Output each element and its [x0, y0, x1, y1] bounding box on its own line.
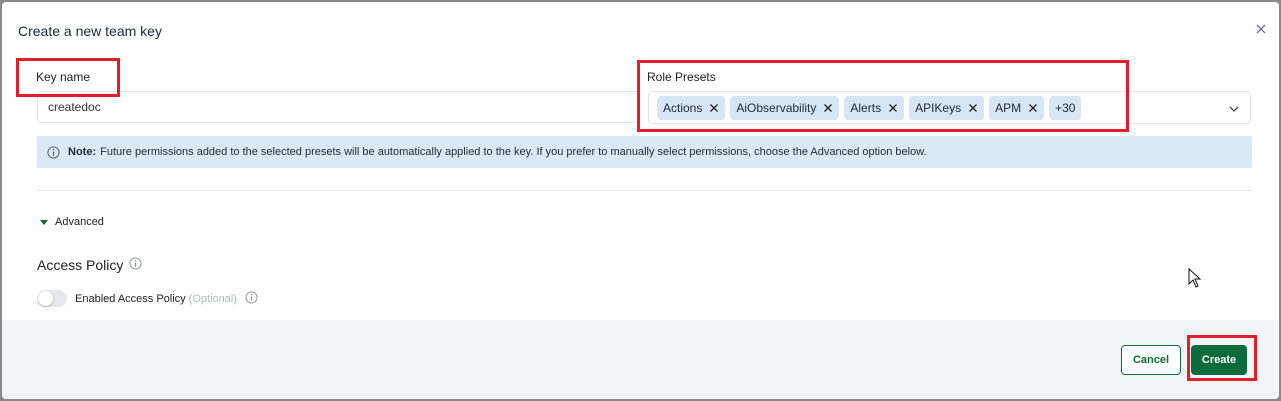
optional-label: (Optional) — [188, 292, 237, 305]
access-policy-toggle[interactable] — [37, 290, 67, 307]
toggle-label: Enabled Access Policy — [75, 292, 186, 305]
chevron-down-icon[interactable] — [1228, 102, 1240, 120]
advanced-label: Advanced — [55, 216, 104, 228]
dialog-title: Create a new team key — [18, 23, 162, 39]
note-bold-label: Note: — [68, 146, 97, 158]
info-icon[interactable] — [245, 290, 258, 307]
triangle-down-icon — [40, 219, 48, 225]
note-banner: Note: Future permissions added to the se… — [37, 136, 1252, 168]
highlight-create-button — [1187, 335, 1257, 381]
access-policy-toggle-row: Enabled Access Policy (Optional) — [37, 290, 258, 307]
highlight-key-name — [16, 58, 120, 97]
dialog-footer: Cancel Create — [2, 320, 1279, 399]
access-policy-heading: Access Policy — [37, 257, 124, 273]
divider — [37, 190, 1252, 191]
key-name-input[interactable]: createdoc — [37, 91, 639, 123]
advanced-toggle[interactable]: Advanced — [40, 216, 104, 228]
note-text: Future permissions added to the selected… — [100, 146, 927, 158]
close-icon[interactable] — [1253, 21, 1269, 37]
cancel-button[interactable]: Cancel — [1121, 345, 1181, 375]
info-icon — [47, 145, 60, 159]
info-icon[interactable] — [129, 257, 142, 273]
access-policy-heading-row: Access Policy — [37, 257, 142, 273]
highlight-role-presets — [637, 60, 1129, 132]
mouse-cursor-icon — [1188, 267, 1202, 293]
toggle-knob — [38, 291, 53, 306]
